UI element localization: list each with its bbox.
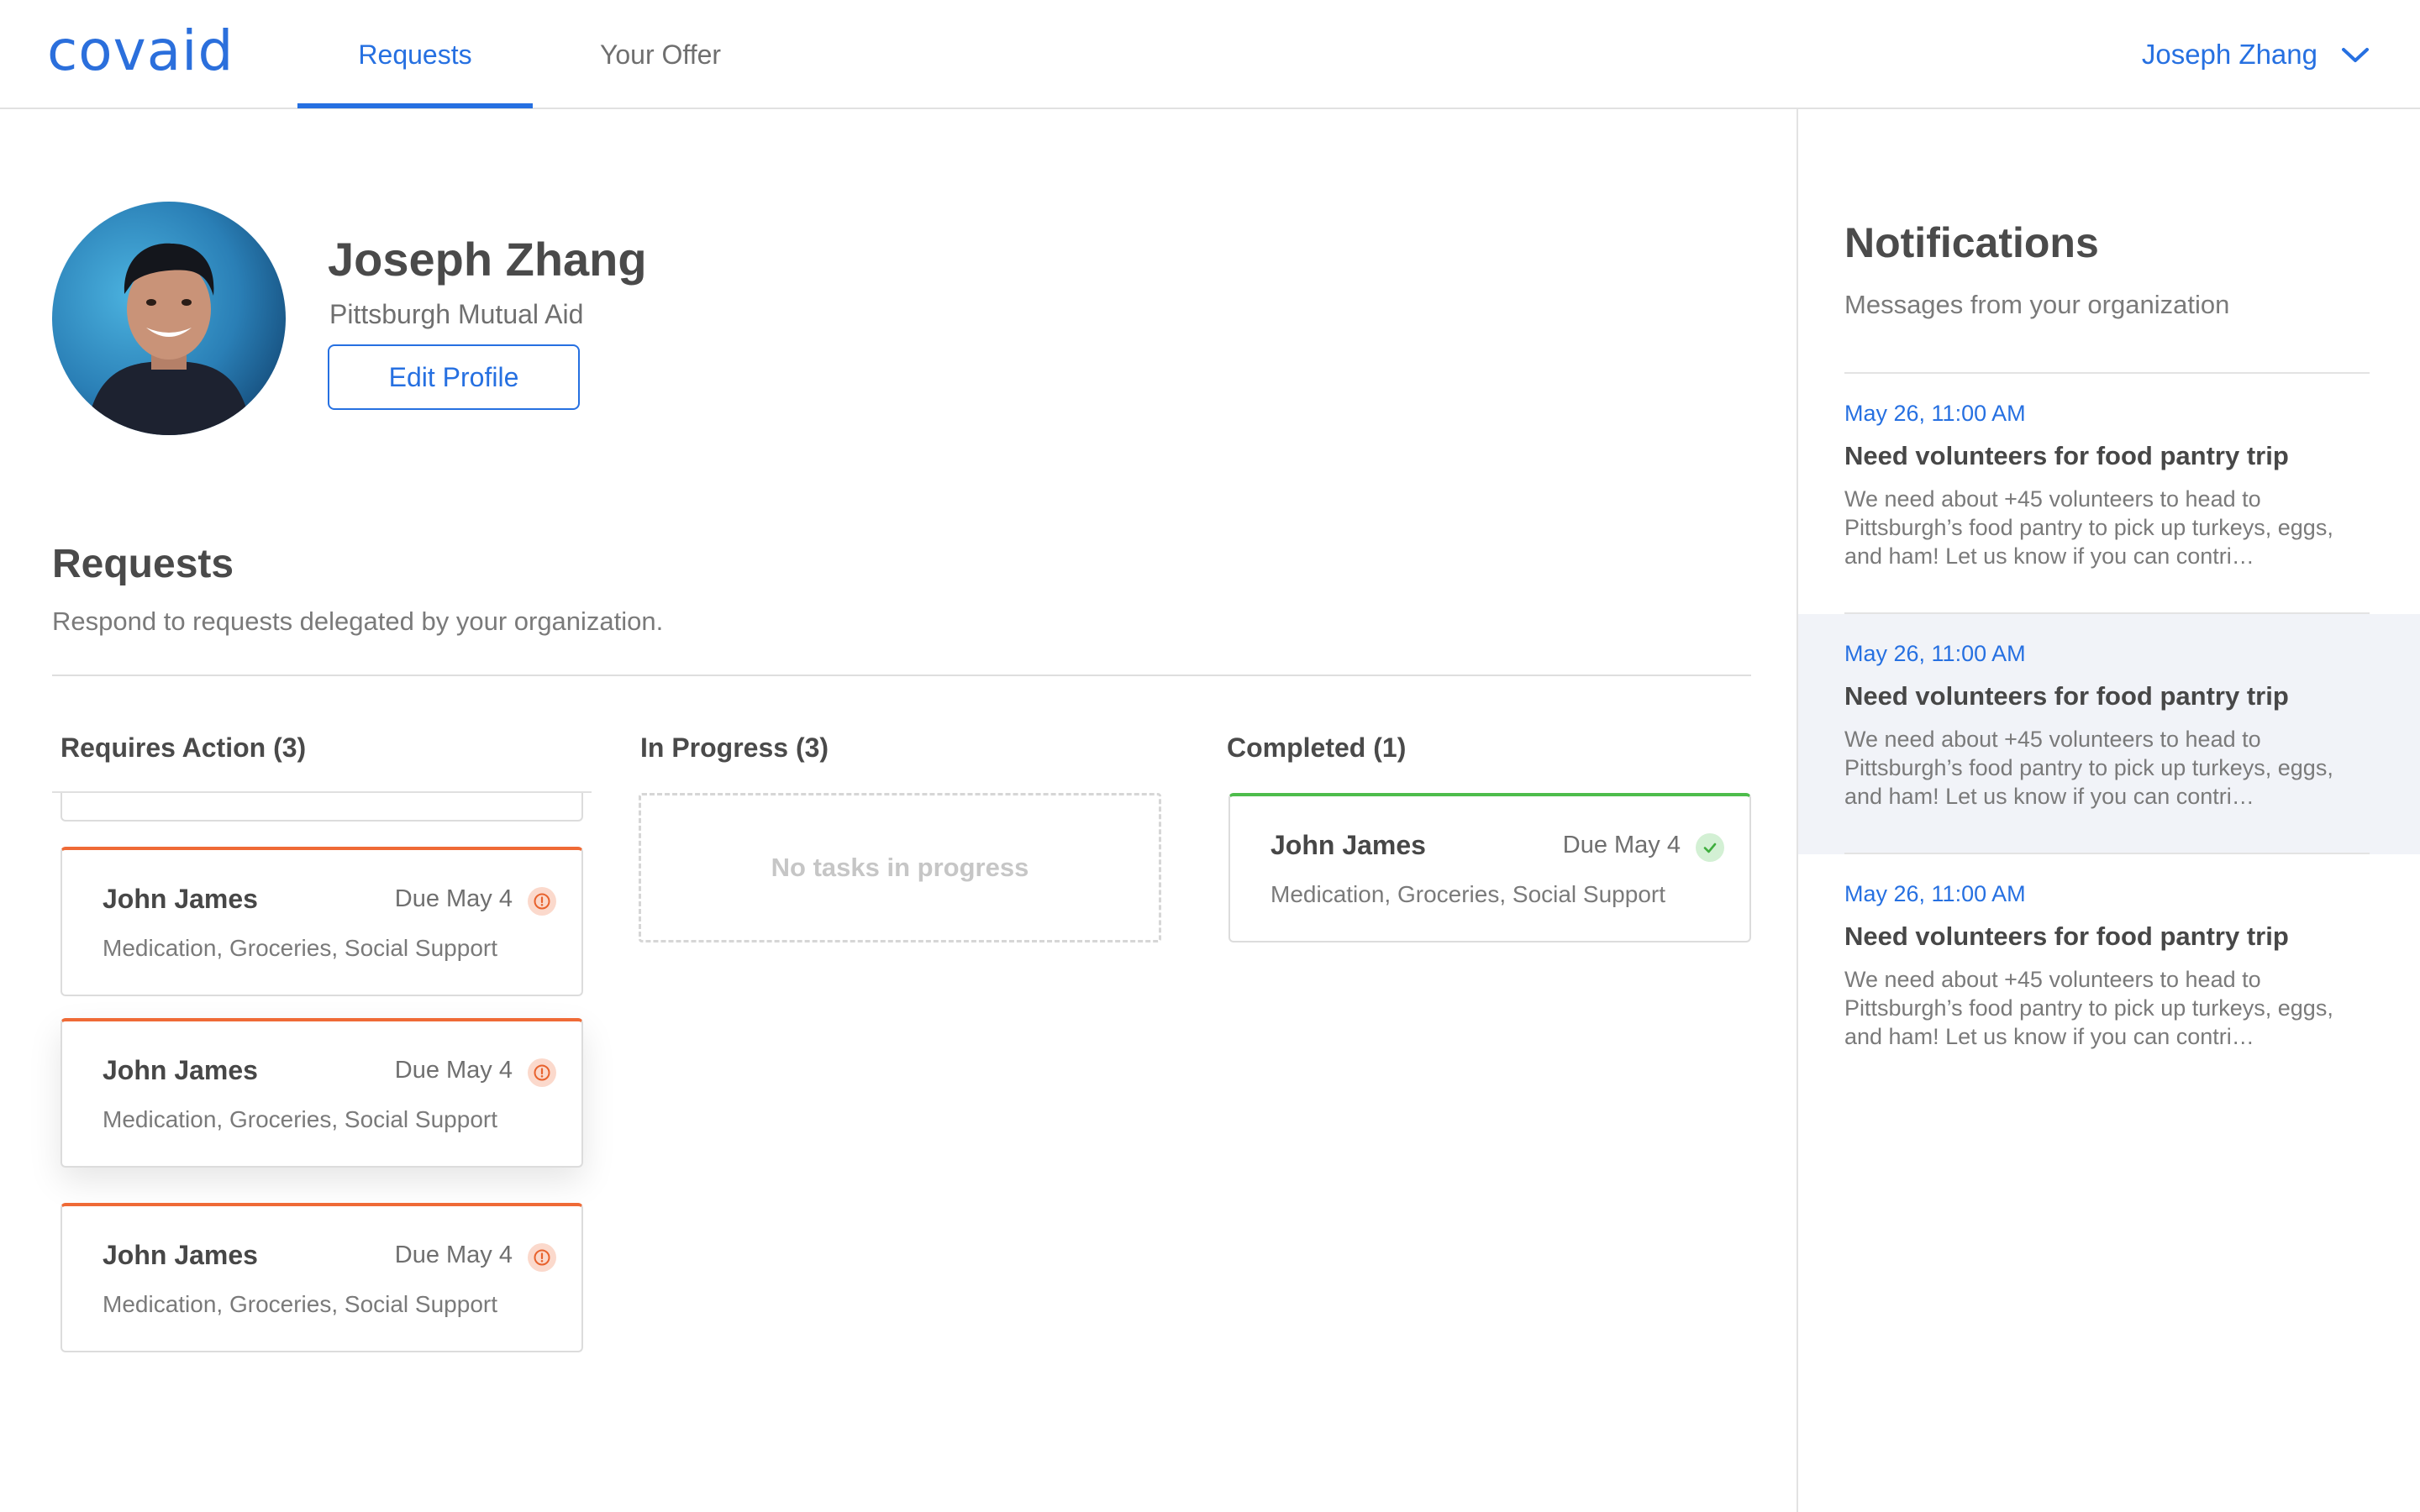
request-tags: Medication, Groceries, Social Support bbox=[103, 1106, 497, 1132]
request-card[interactable]: John James Due May 4 Medication, Groceri… bbox=[60, 1018, 583, 1168]
notifications-subtitle: Messages from your organization bbox=[1844, 290, 2230, 319]
edit-profile-button[interactable]: Edit Profile bbox=[328, 344, 580, 410]
top-nav: covaid Requests Your Offer Joseph Zhang bbox=[0, 0, 2420, 109]
chevron-down-icon bbox=[2341, 39, 2370, 71]
active-tab-indicator bbox=[297, 103, 533, 108]
request-card[interactable]: John James Due May 4 Medication, Groceri… bbox=[60, 847, 583, 996]
alert-icon bbox=[528, 1058, 556, 1087]
notification-body: We need about +45 volunteers to head to … bbox=[1844, 727, 2333, 809]
request-card-partial[interactable] bbox=[60, 793, 583, 822]
due-date: Due May 4 bbox=[394, 1057, 513, 1084]
due-date: Due May 4 bbox=[394, 885, 513, 912]
requests-divider bbox=[52, 675, 1751, 676]
avatar bbox=[52, 202, 286, 435]
requests-title: Requests bbox=[52, 542, 234, 586]
notification-title: Need volunteers for food pantry trip bbox=[1844, 921, 2289, 951]
empty-state-text: No tasks in progress bbox=[771, 853, 1029, 882]
tab-your-offer[interactable]: Your Offer bbox=[563, 0, 758, 109]
notification-time: May 26, 11:00 AM bbox=[1844, 641, 2026, 666]
requests-subtitle: Respond to requests delegated by your or… bbox=[52, 606, 664, 636]
request-tags: Medication, Groceries, Social Support bbox=[103, 935, 497, 961]
notification-body: We need about +45 volunteers to head to … bbox=[1844, 967, 2333, 1049]
notification-body: We need about +45 volunteers to head to … bbox=[1844, 486, 2333, 569]
check-icon bbox=[1696, 833, 1724, 862]
notifications-panel: Notifications Messages from your organiz… bbox=[1797, 109, 2420, 1512]
notification-time: May 26, 11:00 AM bbox=[1844, 401, 2026, 426]
requester-name: John James bbox=[103, 1240, 258, 1270]
user-menu[interactable]: Joseph Zhang bbox=[2142, 0, 2370, 109]
request-card-completed[interactable]: John James Due May 4 Medication, Groceri… bbox=[1228, 793, 1751, 942]
profile-name: Joseph Zhang bbox=[328, 233, 647, 286]
profile-organization: Pittsburgh Mutual Aid bbox=[329, 299, 584, 329]
notification-title: Need volunteers for food pantry trip bbox=[1844, 681, 2289, 711]
request-tags: Medication, Groceries, Social Support bbox=[103, 1291, 497, 1317]
requester-name: John James bbox=[103, 884, 258, 914]
alert-icon bbox=[528, 1243, 556, 1272]
requester-name: John James bbox=[1270, 830, 1426, 860]
notification-time: May 26, 11:00 AM bbox=[1844, 881, 2026, 906]
request-card[interactable]: John James Due May 4 Medication, Groceri… bbox=[60, 1203, 583, 1352]
tab-requests[interactable]: Requests bbox=[297, 0, 533, 109]
column-header-in-progress: In Progress (3) bbox=[640, 732, 829, 763]
requester-name: John James bbox=[103, 1055, 258, 1085]
request-tags: Medication, Groceries, Social Support bbox=[1270, 881, 1665, 907]
logo[interactable]: covaid bbox=[47, 18, 234, 83]
notification-item[interactable]: May 26, 11:00 AM Need volunteers for foo… bbox=[1798, 614, 2420, 854]
empty-state: No tasks in progress bbox=[639, 793, 1161, 942]
user-menu-name: Joseph Zhang bbox=[2141, 39, 2317, 70]
notification-item[interactable]: May 26, 11:00 AM Need volunteers for foo… bbox=[1798, 374, 2420, 614]
notification-title: Need volunteers for food pantry trip bbox=[1844, 441, 2289, 470]
due-date: Due May 4 bbox=[394, 1242, 513, 1268]
notification-item[interactable]: May 26, 11:00 AM Need volunteers for foo… bbox=[1798, 854, 2420, 1095]
column-header-completed: Completed (1) bbox=[1227, 732, 1407, 763]
alert-icon bbox=[528, 887, 556, 916]
due-date: Due May 4 bbox=[1562, 832, 1681, 858]
notifications-title: Notifications bbox=[1844, 219, 2099, 266]
column-header-requires-action: Requires Action (3) bbox=[60, 732, 307, 763]
